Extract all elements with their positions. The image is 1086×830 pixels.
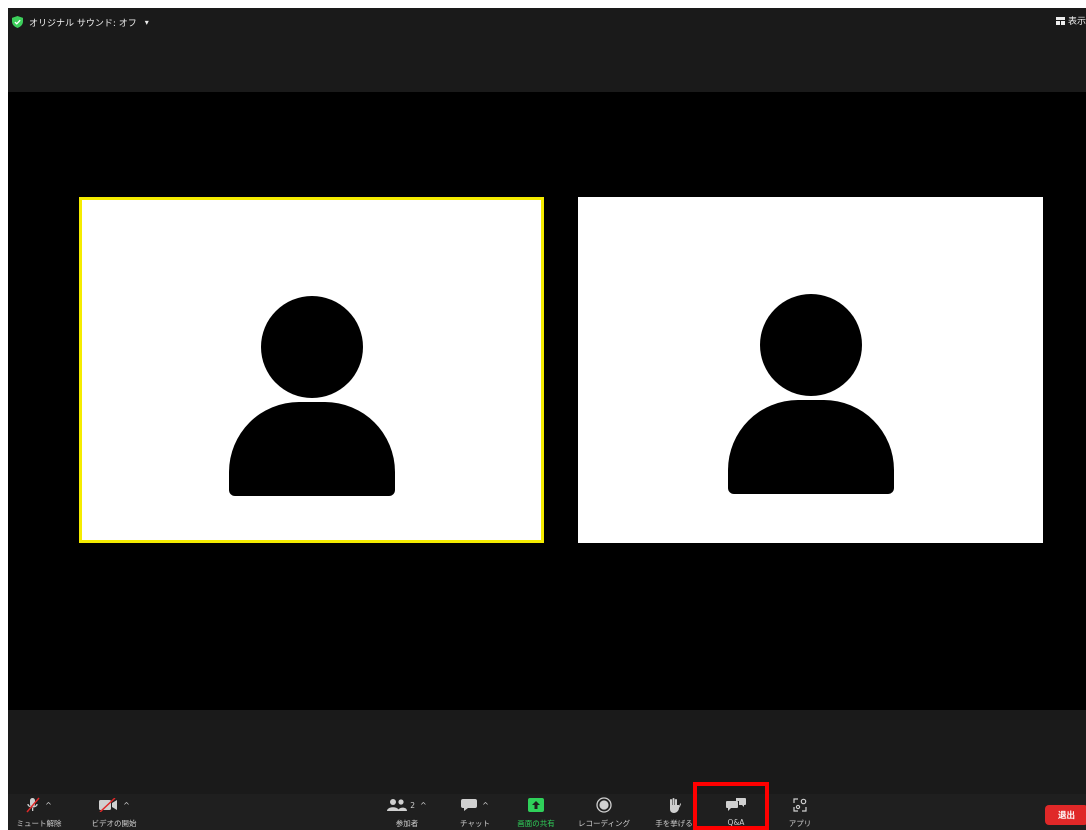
unmute-label: ミュート解除	[16, 819, 62, 828]
qa-icon	[726, 798, 746, 811]
chat-bubble-icon	[461, 799, 478, 811]
participant-tile[interactable]	[578, 197, 1043, 543]
unmute-button[interactable]: ^ ミュート解除	[10, 794, 68, 830]
chevron-down-icon[interactable]: ▾	[145, 18, 149, 27]
record-label: レコーディング	[578, 819, 630, 828]
participants-count: 2	[410, 800, 416, 810]
raise-hand-label: 手を挙げる	[655, 819, 693, 828]
qa-button[interactable]: Q&A	[716, 794, 756, 830]
meeting-toolbar: ^ ミュート解除 ^ ビデオの開始 2 ^ 参加者 ^ チャット 画面の共有 レ…	[8, 794, 1086, 830]
chevron-up-icon[interactable]: ^	[482, 801, 489, 810]
chevron-up-icon[interactable]: ^	[45, 801, 52, 810]
share-screen-icon	[528, 798, 544, 812]
zoom-meeting-window: オリジナル サウンド: オフ ▾ 表示 ^ ミュート解除 ^ ビデオの開始 2 …	[8, 8, 1086, 830]
chat-button[interactable]: ^ チャット	[450, 794, 500, 830]
qa-label: Q&A	[727, 818, 745, 827]
start-video-label: ビデオの開始	[91, 819, 137, 828]
participants-button[interactable]: 2 ^ 参加者	[380, 794, 434, 830]
apps-button[interactable]: アプリ	[780, 794, 820, 830]
leave-button[interactable]: 退出	[1045, 805, 1086, 825]
grid-view-icon	[1055, 16, 1065, 25]
record-button[interactable]: レコーディング	[570, 794, 638, 830]
view-label: 表示	[1067, 17, 1086, 27]
start-video-button[interactable]: ^ ビデオの開始	[84, 794, 144, 830]
record-icon	[596, 797, 612, 813]
video-off-icon	[99, 798, 118, 812]
person-avatar-icon	[228, 296, 395, 496]
video-gallery	[8, 92, 1086, 710]
share-screen-button[interactable]: 画面の共有	[514, 794, 558, 830]
participants-label: 参加者	[395, 819, 419, 828]
apps-label: アプリ	[788, 819, 812, 828]
top-bar: オリジナル サウンド: オフ ▾ 表示	[8, 8, 1086, 36]
original-sound-label: オリジナル サウンド: オフ	[29, 18, 137, 29]
raise-hand-icon	[670, 798, 681, 813]
share-screen-label: 画面の共有	[517, 819, 555, 828]
chevron-up-icon[interactable]: ^	[123, 801, 130, 810]
participants-icon	[387, 799, 408, 811]
raise-hand-button[interactable]: 手を挙げる	[648, 794, 700, 830]
shield-check-icon	[12, 16, 23, 28]
participant-tile-active-speaker[interactable]	[79, 197, 544, 543]
original-sound-toggle[interactable]: オリジナル サウンド: オフ ▾	[12, 14, 149, 30]
apps-icon	[793, 798, 807, 812]
person-avatar-icon	[727, 294, 894, 494]
view-button[interactable]: 表示	[1055, 14, 1086, 27]
chevron-up-icon[interactable]: ^	[420, 801, 427, 810]
chat-label: チャット	[460, 819, 490, 828]
mic-muted-icon	[26, 797, 40, 813]
